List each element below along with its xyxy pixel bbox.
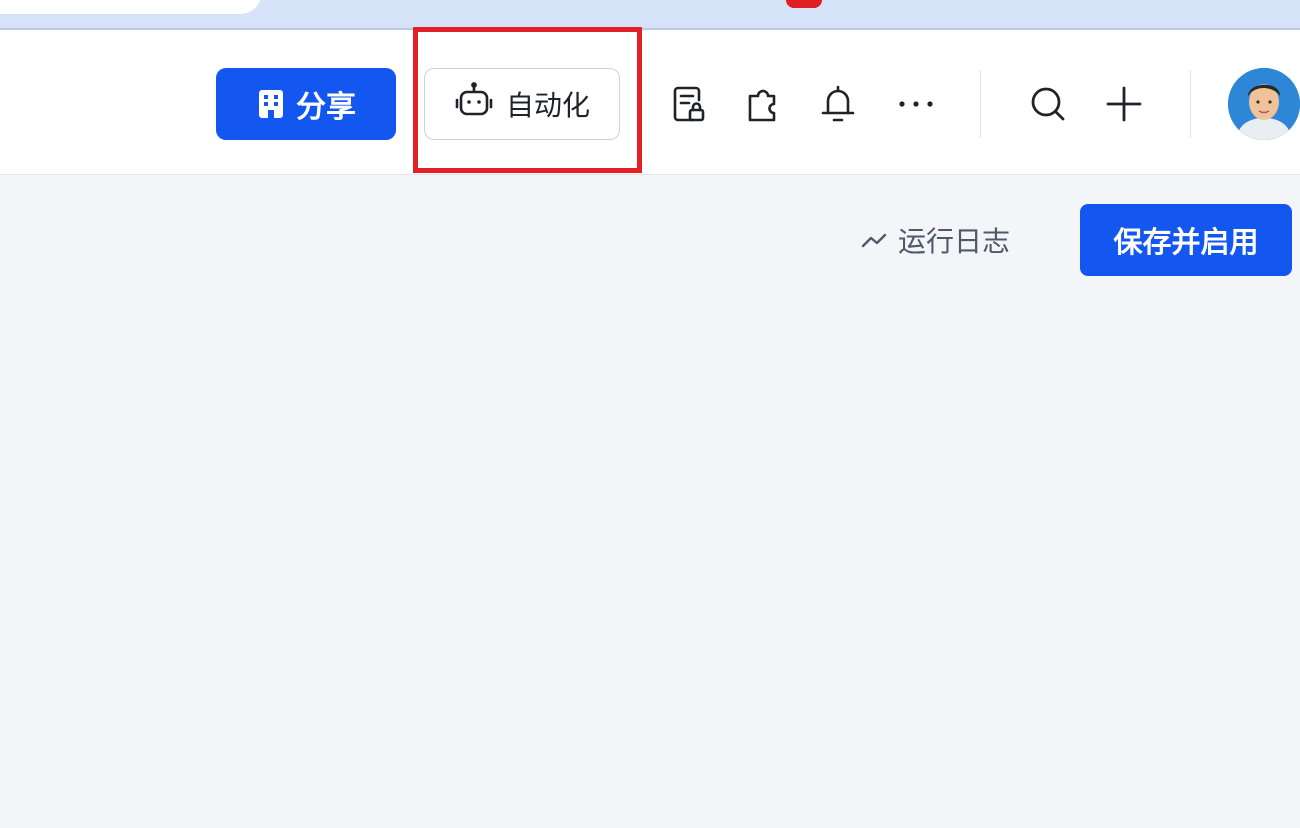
header-divider — [1190, 70, 1191, 138]
puzzle-icon — [742, 84, 782, 124]
run-log-link[interactable]: 运行日志 — [860, 218, 1010, 262]
browser-tab-strip — [0, 0, 1300, 30]
share-label: 分享 — [296, 90, 356, 125]
run-log-label: 运行日志 — [898, 225, 1011, 258]
search-icon — [1028, 84, 1068, 124]
avatar[interactable] — [1228, 68, 1300, 140]
header-divider — [980, 70, 981, 138]
notification-badge — [786, 0, 822, 8]
plugin-button[interactable] — [738, 80, 786, 128]
share-button[interactable]: 分享 — [216, 68, 396, 140]
notifications-button[interactable] — [814, 80, 862, 128]
bell-icon — [818, 83, 858, 125]
top-header: 分享 自动化 — [0, 27, 1300, 175]
more-button[interactable] — [892, 80, 940, 128]
building-icon — [256, 88, 286, 120]
trend-line-icon — [860, 224, 888, 257]
save-and-enable-button[interactable]: 保存并启用 — [1080, 204, 1292, 276]
automation-button[interactable]: 自动化 — [424, 68, 620, 140]
robot-icon — [454, 81, 494, 127]
add-button[interactable] — [1100, 80, 1148, 128]
browser-tab[interactable] — [0, 0, 262, 14]
plus-icon — [1105, 85, 1143, 123]
file-lock-icon — [669, 84, 707, 124]
automation-label: 自动化 — [505, 89, 590, 122]
search-button[interactable] — [1024, 80, 1072, 128]
more-icon — [896, 99, 936, 109]
save-and-enable-label: 保存并启用 — [1113, 225, 1259, 259]
file-lock-button[interactable] — [664, 80, 712, 128]
